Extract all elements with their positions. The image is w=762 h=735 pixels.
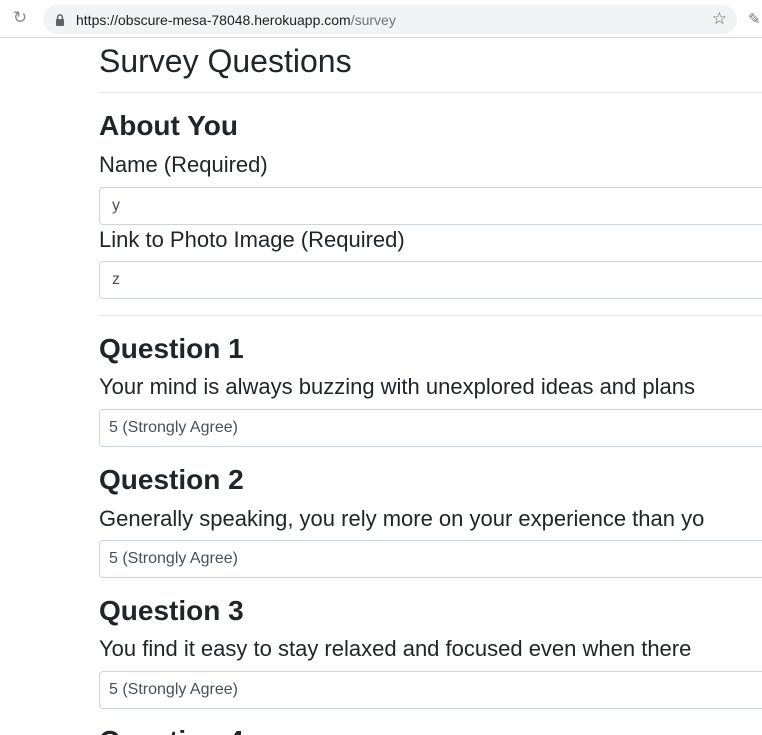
- question-2-text: Generally speaking, you rely more on you…: [99, 506, 705, 531]
- divider: [99, 92, 762, 93]
- photo-label: Link to Photo Image (Required): [99, 227, 405, 252]
- name-input[interactable]: y: [99, 187, 762, 225]
- page-title: Survey Questions: [99, 43, 352, 79]
- photo-input[interactable]: z: [99, 261, 762, 299]
- question-3-text: You find it easy to stay relaxed and foc…: [99, 636, 692, 661]
- question-1-select[interactable]: 5 (Strongly Agree): [99, 409, 762, 447]
- url-path: /survey: [350, 12, 396, 28]
- address-bar[interactable]: https://obscure-mesa-78048.herokuapp.com…: [43, 5, 737, 34]
- question-4-heading: Question 4: [99, 725, 244, 735]
- question-1-heading: Question 1: [99, 333, 244, 364]
- question-2-select[interactable]: 5 (Strongly Agree): [99, 540, 762, 578]
- question-3-select[interactable]: 5 (Strongly Agree): [99, 671, 762, 709]
- url-text: https://obscure-mesa-78048.herokuapp.com…: [76, 12, 396, 28]
- extension-icon[interactable]: ✎: [748, 10, 762, 28]
- lock-icon: [55, 13, 65, 31]
- about-heading: About You: [99, 110, 238, 141]
- bookmark-star-icon[interactable]: ☆: [712, 9, 727, 29]
- divider: [99, 315, 762, 316]
- question-1-text: Your mind is always buzzing with unexplo…: [99, 374, 695, 399]
- browser-toolbar: ↻ https://obscure-mesa-78048.herokuapp.c…: [0, 0, 762, 38]
- reload-icon[interactable]: ↻: [11, 9, 29, 27]
- question-2-heading: Question 2: [99, 464, 244, 495]
- page-viewport: Survey Questions About You Name (Require…: [0, 38, 762, 735]
- name-label: Name (Required): [99, 152, 268, 177]
- url-host: https://obscure-mesa-78048.herokuapp.com: [76, 12, 351, 28]
- question-3-heading: Question 3: [99, 595, 244, 626]
